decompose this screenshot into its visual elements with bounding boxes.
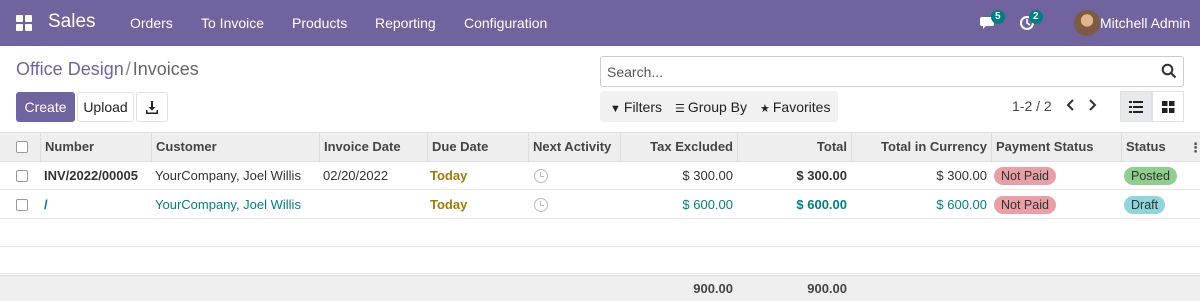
messages-badge: 5 bbox=[991, 10, 1005, 24]
cell-tax-excluded: $ 600.00 bbox=[682, 197, 733, 212]
list-view-icon bbox=[1129, 100, 1143, 113]
group-by-button[interactable]: ☰ Group By bbox=[675, 99, 747, 115]
optional-columns-icon[interactable]: ⋮ bbox=[1189, 140, 1200, 156]
menu-to-invoice[interactable]: To Invoice bbox=[201, 15, 264, 31]
search-input[interactable] bbox=[607, 63, 1147, 81]
messages-button[interactable]: 5 bbox=[980, 10, 1005, 31]
row-checkbox[interactable] bbox=[16, 199, 28, 211]
cell-invoice-date bbox=[319, 191, 327, 219]
breadcrumb-separator: / bbox=[125, 59, 131, 79]
table-header: Number Customer Invoice Date Due Date Ne… bbox=[0, 132, 1200, 162]
column-payment-status[interactable]: Payment Status bbox=[991, 133, 1121, 162]
column-customer[interactable]: Customer bbox=[151, 133, 319, 162]
user-menu[interactable]: Mitchell Admin bbox=[1100, 15, 1190, 31]
payment-status-badge: Not Paid bbox=[994, 167, 1056, 185]
app-brand[interactable]: Sales bbox=[48, 11, 96, 33]
activities-button[interactable]: 2 bbox=[1019, 10, 1043, 31]
cell-number: / bbox=[44, 197, 48, 212]
cell-invoice-date: 02/20/2022 bbox=[323, 168, 389, 183]
search-options-bar: ▼ Filters ☰ Group By ★ Favorites bbox=[600, 91, 838, 122]
cell-due-date: Today bbox=[430, 168, 468, 183]
cell-total: $ 300.00 bbox=[796, 168, 847, 183]
select-all-checkbox[interactable] bbox=[16, 141, 28, 153]
filter-icon: ▼ bbox=[610, 103, 621, 115]
status-badge: Draft bbox=[1124, 196, 1166, 214]
download-icon bbox=[146, 100, 158, 114]
cell-customer: YourCompany, Joel Willis bbox=[155, 168, 301, 183]
menu-reporting[interactable]: Reporting bbox=[375, 15, 436, 31]
activity-clock-icon[interactable] bbox=[534, 169, 548, 183]
filters-button[interactable]: ▼ Filters bbox=[610, 99, 662, 115]
menu-configuration[interactable]: Configuration bbox=[464, 15, 547, 31]
download-button[interactable] bbox=[136, 92, 168, 122]
list-view-button[interactable] bbox=[1120, 91, 1152, 122]
kanban-view-icon bbox=[1161, 100, 1174, 113]
column-invoice-date[interactable]: Invoice Date bbox=[319, 133, 427, 162]
status-badge: Posted bbox=[1124, 167, 1177, 185]
column-number[interactable]: Number bbox=[40, 133, 151, 162]
pager-value[interactable]: 1-2 / 2 bbox=[1012, 98, 1052, 114]
app-menu-icon[interactable] bbox=[16, 15, 32, 31]
total-tax-excluded: 900.00 bbox=[693, 281, 733, 296]
breadcrumb-parent[interactable]: Office Design bbox=[16, 59, 124, 79]
table-row[interactable]: INV/2022/00005 YourCompany, Joel Willis … bbox=[0, 162, 1200, 190]
cell-total: $ 600.00 bbox=[796, 197, 847, 212]
cell-tax-excluded: $ 300.00 bbox=[682, 168, 733, 183]
user-avatar[interactable] bbox=[1074, 10, 1100, 36]
star-icon: ★ bbox=[760, 103, 770, 115]
upload-button[interactable]: Upload bbox=[77, 92, 134, 122]
empty-row bbox=[0, 247, 1200, 274]
filters-label: Filters bbox=[623, 99, 663, 115]
column-tax-excluded[interactable]: Tax Excluded bbox=[620, 133, 737, 162]
cell-number: INV/2022/00005 bbox=[44, 168, 138, 183]
column-due-date[interactable]: Due Date bbox=[427, 133, 528, 162]
payment-status-badge: Not Paid bbox=[994, 196, 1056, 214]
menu-products[interactable]: Products bbox=[292, 15, 347, 31]
create-button[interactable]: Create bbox=[16, 92, 75, 122]
search-icon[interactable] bbox=[1161, 63, 1177, 79]
favorites-button[interactable]: ★ Favorites bbox=[760, 99, 830, 115]
empty-row bbox=[0, 220, 1200, 247]
column-total[interactable]: Total bbox=[737, 133, 851, 162]
pager-next-icon[interactable] bbox=[1086, 98, 1098, 112]
row-checkbox[interactable] bbox=[16, 170, 28, 182]
menu-orders[interactable]: Orders bbox=[130, 15, 173, 31]
total-total: 900.00 bbox=[807, 281, 847, 296]
column-total-in-currency[interactable]: Total in Currency bbox=[851, 133, 991, 162]
breadcrumb-current: Invoices bbox=[132, 59, 199, 79]
favorites-label: Favorites bbox=[772, 99, 831, 115]
kanban-view-button[interactable] bbox=[1152, 91, 1184, 122]
search-box bbox=[600, 56, 1184, 87]
table-row[interactable]: / YourCompany, Joel Willis Today $ 600.0… bbox=[0, 191, 1200, 219]
list-icon: ☰ bbox=[675, 103, 685, 115]
breadcrumb: Office Design / Invoices bbox=[16, 59, 199, 80]
pager-previous-icon[interactable] bbox=[1065, 98, 1077, 112]
table-footer-totals: 900.00 900.00 bbox=[0, 275, 1200, 301]
activities-badge: 2 bbox=[1029, 10, 1043, 24]
cell-total-in-currency: $ 600.00 bbox=[936, 197, 987, 212]
cell-customer: YourCompany, Joel Willis bbox=[155, 197, 301, 212]
cell-due-date: Today bbox=[430, 197, 468, 212]
column-next-activity[interactable]: Next Activity bbox=[528, 133, 620, 162]
cell-total-in-currency: $ 300.00 bbox=[936, 168, 987, 183]
group-by-label: Group By bbox=[687, 99, 748, 115]
top-navbar: Sales Orders To Invoice Products Reporti… bbox=[0, 0, 1200, 46]
activity-clock-icon[interactable] bbox=[534, 198, 548, 212]
